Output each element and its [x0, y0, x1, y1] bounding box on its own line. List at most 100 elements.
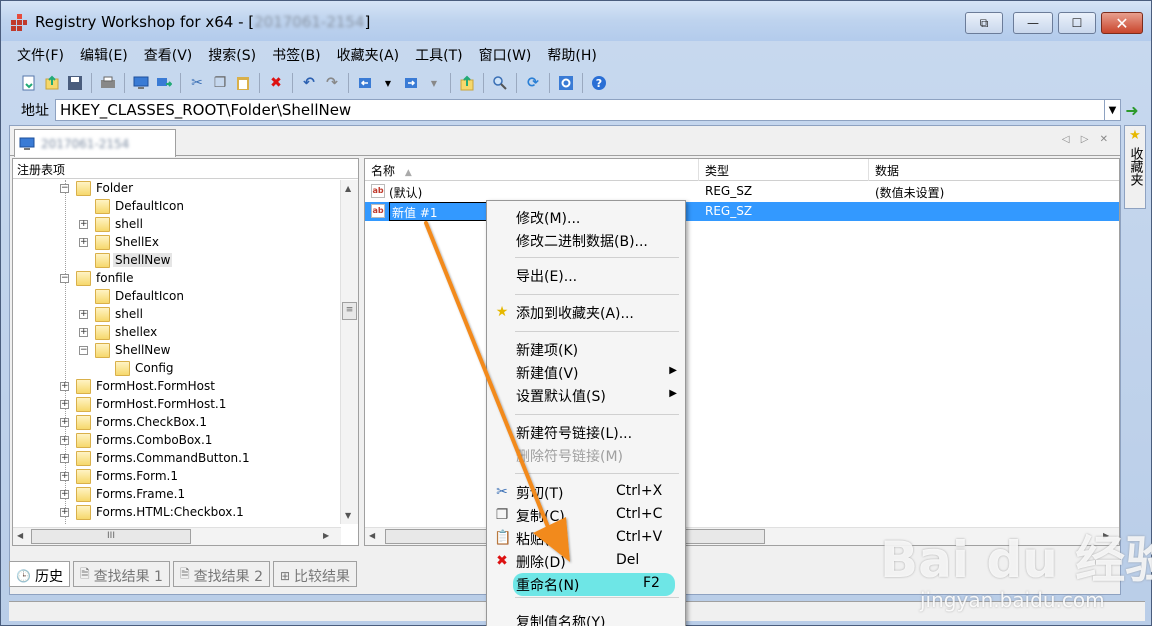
back-icon[interactable]: [355, 73, 375, 93]
menu-tools[interactable]: 工具(T): [407, 43, 470, 67]
collapse-icon[interactable]: −: [79, 346, 88, 355]
expand-icon[interactable]: +: [79, 238, 88, 247]
expand-icon[interactable]: +: [79, 310, 88, 319]
scroll-thumb[interactable]: III: [31, 529, 191, 544]
address-input[interactable]: HKEY_CLASSES_ROOT\Folder\ShellNew: [55, 99, 1105, 121]
restore-icon[interactable]: ⧉: [965, 12, 1003, 34]
menu-help[interactable]: 帮助(H): [539, 43, 604, 67]
collapse-icon[interactable]: −: [60, 184, 69, 193]
help-icon[interactable]: ?: [589, 73, 609, 93]
scroll-down-icon[interactable]: ▼: [345, 511, 351, 520]
tree-item[interactable]: − ShellNew: [13, 342, 338, 360]
tree-item[interactable]: + shellex: [13, 324, 338, 342]
undo-icon[interactable]: ↶: [299, 73, 319, 93]
minimize-button[interactable]: —: [1013, 12, 1053, 34]
menu-item[interactable]: ✂ 剪切(T) Ctrl+X: [489, 481, 683, 504]
connect-remote-icon[interactable]: [154, 73, 174, 93]
expand-icon[interactable]: +: [60, 436, 69, 445]
menu-item[interactable]: 修改二进制数据(B)...: [489, 229, 683, 252]
expand-icon[interactable]: +: [60, 508, 69, 517]
expand-icon[interactable]: +: [60, 382, 69, 391]
redo-icon[interactable]: ↷: [322, 73, 342, 93]
tree-item[interactable]: + FormHost.FormHost: [13, 378, 338, 396]
gear-icon[interactable]: [556, 73, 576, 93]
menu-edit[interactable]: 编辑(E): [72, 43, 136, 67]
expand-icon[interactable]: +: [60, 490, 69, 499]
collapse-icon[interactable]: −: [60, 274, 69, 283]
value-row-default[interactable]: ab (默认) REG_SZ (数值未设置): [365, 182, 1119, 201]
menu-bookmarks[interactable]: 书签(B): [264, 43, 329, 67]
scroll-thumb[interactable]: ≡: [342, 302, 357, 320]
scroll-left-icon[interactable]: ◀: [17, 531, 23, 540]
menu-item[interactable]: 新建值(V) ▶: [489, 361, 683, 384]
menu-favorites[interactable]: 收藏夹(A): [329, 43, 408, 67]
menu-file[interactable]: 文件(F): [9, 43, 72, 67]
expand-icon[interactable]: +: [60, 472, 69, 481]
scroll-left-icon[interactable]: ◀: [369, 531, 375, 540]
menu-search[interactable]: 搜索(S): [200, 43, 264, 67]
column-type[interactable]: 类型: [699, 159, 869, 181]
tree-item[interactable]: + shell: [13, 306, 338, 324]
cut-icon[interactable]: ✂: [187, 73, 207, 93]
tab-compare-results[interactable]: ⊞ 比较结果: [272, 561, 358, 587]
menu-item[interactable]: ★ 添加到收藏夹(A)...: [489, 301, 683, 324]
column-name[interactable]: 名称 ▲: [365, 159, 699, 181]
chevron-down-icon[interactable]: ▼: [424, 73, 444, 93]
tree-item[interactable]: + Forms.CheckBox.1: [13, 414, 338, 432]
import-icon[interactable]: [19, 73, 39, 93]
tree-item[interactable]: ShellNew: [13, 252, 338, 270]
favorites-strip[interactable]: ★ 收藏夹: [1124, 125, 1146, 209]
tree-item[interactable]: + Forms.Frame.1: [13, 486, 338, 504]
menu-item[interactable]: 📋 粘贴(P) Ctrl+V: [489, 527, 683, 550]
menu-item[interactable]: 新建项(K): [489, 338, 683, 361]
print-icon[interactable]: [98, 73, 118, 93]
chevron-down-icon[interactable]: ▼: [1105, 99, 1121, 121]
tree-item[interactable]: + Forms.CommandButton.1: [13, 450, 338, 468]
export-icon[interactable]: [42, 73, 62, 93]
menu-item[interactable]: 复制值名称(Y): [489, 610, 683, 626]
copy-icon[interactable]: ❐: [210, 73, 230, 93]
tree-item[interactable]: + FormHost.FormHost.1: [13, 396, 338, 414]
paste-icon[interactable]: [233, 73, 253, 93]
refresh-icon[interactable]: ⟳: [523, 73, 543, 93]
maximize-button[interactable]: ☐: [1058, 12, 1096, 34]
tree-item[interactable]: + Forms.ComboBox.1: [13, 432, 338, 450]
menu-window[interactable]: 窗口(W): [471, 43, 540, 67]
tab-search-results-1[interactable]: 🗎 查找结果 1: [72, 561, 170, 587]
delete-icon[interactable]: ✖: [266, 73, 286, 93]
list-horizontal-scrollbar[interactable]: ◀ ▶: [365, 527, 1119, 545]
tree-item[interactable]: − fonfile: [13, 270, 338, 288]
tree-item[interactable]: DefaultIcon: [13, 198, 338, 216]
tree-horizontal-scrollbar[interactable]: ◀ III ▶: [13, 527, 341, 545]
expand-icon[interactable]: +: [60, 400, 69, 409]
tree-item[interactable]: + Forms.HTML:Checkbox.1: [13, 504, 338, 522]
expand-icon[interactable]: +: [79, 328, 88, 337]
value-row-selected[interactable]: ab 新值 #1 REG_SZ: [365, 202, 1119, 221]
column-data[interactable]: 数据: [869, 159, 1119, 181]
tree-item[interactable]: DefaultIcon: [13, 288, 338, 306]
save-icon[interactable]: [65, 73, 85, 93]
tab-history[interactable]: 🕒 历史: [9, 561, 70, 587]
menu-item[interactable]: 修改(M)...: [489, 206, 683, 229]
tree-item[interactable]: − Folder: [13, 180, 338, 198]
scroll-right-icon[interactable]: ▶: [1103, 531, 1109, 540]
tree-item[interactable]: + ShellEx: [13, 234, 338, 252]
scroll-up-icon[interactable]: ▲: [345, 184, 351, 193]
menu-item[interactable]: 重命名(N) F2: [513, 573, 675, 596]
menu-item[interactable]: 设置默认值(S) ▶: [489, 384, 683, 407]
computer-icon[interactable]: [131, 73, 151, 93]
tab-scroll-arrows[interactable]: ◁ ▷ ✕: [1062, 134, 1112, 145]
menu-item[interactable]: ✖ 删除(D) Del: [489, 550, 683, 573]
expand-icon[interactable]: +: [60, 418, 69, 427]
close-button[interactable]: ✕: [1101, 12, 1143, 34]
expand-icon[interactable]: +: [79, 220, 88, 229]
menu-view[interactable]: 查看(V): [136, 43, 201, 67]
menu-item[interactable]: 导出(E)...: [489, 264, 683, 287]
computer-tab[interactable]: 2017061-2154: [14, 129, 176, 157]
forward-icon[interactable]: [401, 73, 421, 93]
tree-item[interactable]: + shell: [13, 216, 338, 234]
tree-item[interactable]: Config: [13, 360, 338, 378]
tree-item[interactable]: + Forms.Form.1: [13, 468, 338, 486]
find-icon[interactable]: [490, 73, 510, 93]
go-arrow-icon[interactable]: ➜: [1121, 99, 1143, 121]
